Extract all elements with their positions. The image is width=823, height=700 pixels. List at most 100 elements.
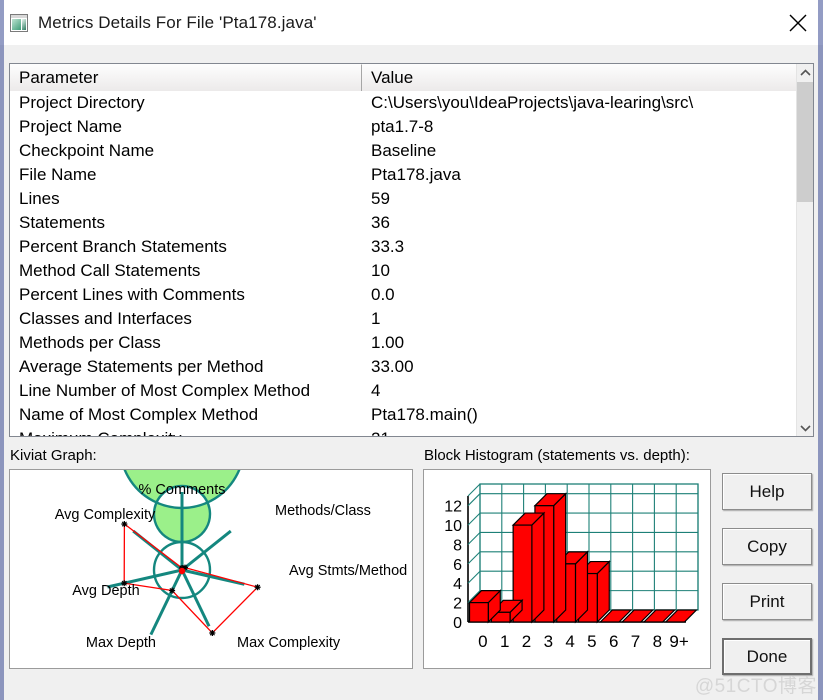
cell-parameter: Lines	[19, 189, 60, 208]
histogram-x-tick-label: 7	[631, 632, 640, 651]
scrollbar-thumb[interactable]	[797, 82, 813, 202]
histogram-x-tick-label: 2	[522, 632, 531, 651]
cell-parameter: Project Directory	[19, 93, 145, 112]
block-histogram-caption: Block Histogram (statements vs. depth):	[424, 447, 690, 464]
kiviat-graph-panel: % Comments Methods/Class Avg Stmts/Method M…	[9, 469, 413, 669]
block-histogram-chart: 0246810120 1 2 3 4 5 6 7 8 9+	[444, 483, 699, 651]
cell-parameter: Method Call Statements	[19, 261, 201, 280]
cell-value: 36	[371, 213, 390, 232]
screenshot-edge-right	[818, 0, 823, 700]
table-row[interactable]: Statements 36	[10, 211, 796, 235]
histogram-x-tick-label: 4	[565, 632, 574, 651]
table-row[interactable]: Name of Most Complex Method Pta178.main()	[10, 403, 796, 427]
table-row[interactable]: Classes and Interfaces 1	[10, 307, 796, 331]
kiviat-data-point	[254, 584, 261, 591]
close-icon[interactable]	[773, 0, 823, 45]
table-body: Project Directory C:\Users\you\IdeaProjec…	[10, 91, 796, 436]
table-row[interactable]: Percent Lines with Comments 0.0	[10, 283, 796, 307]
copy-button[interactable]: Copy	[722, 528, 812, 565]
cell-value: 33.00	[371, 357, 414, 376]
done-button[interactable]: Done	[722, 638, 812, 675]
kiviat-axis-label: Methods/Class	[275, 503, 371, 519]
screenshot-edge-left	[0, 0, 4, 700]
kiviat-center-point	[178, 567, 186, 575]
table-row[interactable]: Line Number of Most Complex Method 4	[10, 379, 796, 403]
cell-parameter: File Name	[19, 165, 97, 184]
cell-parameter: Name of Most Complex Method	[19, 405, 259, 424]
histogram-y-tick-label: 10	[444, 518, 462, 535]
cell-parameter: Average Statements per Method	[19, 357, 264, 376]
cell-value: Baseline	[371, 141, 437, 160]
help-button[interactable]: Help	[722, 473, 812, 510]
table-row[interactable]: Method Call Statements 10	[10, 259, 796, 283]
watermark: @51CTO博客	[694, 676, 817, 697]
block-histogram-panel: 0 2 4 6 8 10 12 0 1 2 3 4 5 6 7 8 9+	[423, 469, 711, 669]
histogram-x-tick-label: 0	[478, 632, 487, 651]
column-header-value[interactable]: Value	[362, 64, 796, 91]
cell-value: 1	[371, 309, 381, 328]
cell-value: Pta178.java	[371, 165, 461, 184]
cell-parameter: Statements	[19, 213, 105, 232]
column-header-parameter[interactable]: Parameter	[10, 64, 362, 91]
kiviat-axis-label: Avg Stmts/Method	[289, 563, 407, 579]
cell-parameter: Methods per Class	[19, 333, 161, 352]
cell-parameter: Percent Lines with Comments	[19, 285, 245, 304]
table-vertical-scrollbar[interactable]	[796, 64, 813, 436]
kiviat-data-point	[209, 629, 216, 636]
cell-value: 1.00	[371, 333, 405, 352]
histogram-x-tick-label: 9+	[669, 632, 688, 651]
cell-value: C:\Users\you\IdeaProjects\java-learing\s…	[371, 93, 694, 112]
cell-parameter: Project Name	[19, 117, 122, 136]
table-row[interactable]: Lines 59	[10, 187, 796, 211]
window-metrics-icon	[10, 13, 28, 32]
histogram-y-tick-label: 8	[453, 537, 462, 554]
histogram-y-tick-label: 6	[453, 557, 462, 574]
histogram-y-tick-label: 2	[453, 596, 462, 613]
window-title: Metrics Details For File 'Pta178.java'	[38, 12, 317, 32]
cell-parameter: Percent Branch Statements	[19, 237, 227, 256]
table-header-row: Parameter Value	[10, 64, 796, 91]
kiviat-axis-spoke	[181, 568, 245, 586]
metrics-table-panel: Parameter Value Project Directory C:\User…	[9, 63, 814, 437]
table-row[interactable]: Project Name pta1.7-8	[10, 115, 796, 139]
table-row[interactable]: File Name Pta178.java	[10, 163, 796, 187]
print-button[interactable]: Print	[722, 583, 812, 620]
kiviat-axis-label: Max Complexity	[237, 635, 341, 651]
cell-value: 4	[371, 381, 381, 400]
cell-value: Pta178.main()	[371, 405, 478, 424]
chevron-down-icon[interactable]	[797, 419, 813, 436]
cell-value: 33.3	[371, 237, 405, 256]
table-row[interactable]: Project Directory C:\Users\you\IdeaProjec…	[10, 91, 796, 115]
histogram-y-tick-label: 0	[453, 615, 462, 632]
kiviat-axis-label: Avg Complexity	[55, 507, 156, 523]
cell-parameter: Checkpoint Name	[19, 141, 155, 160]
histogram-x-tick-label: 8	[653, 632, 662, 651]
metrics-details-window: Metrics Details For File 'Pta178.java' P…	[0, 0, 823, 700]
cell-value: pta1.7-8	[371, 117, 434, 136]
table-row[interactable]: Average Statements per Method 33.00	[10, 355, 796, 379]
kiviat-axis-label: % Comments	[138, 482, 225, 498]
histogram-y-tick-label: 4	[453, 576, 462, 593]
cell-parameter: Line Number of Most Complex Method	[19, 381, 311, 400]
chevron-up-icon[interactable]	[797, 64, 813, 81]
kiviat-data-point	[169, 587, 176, 594]
histogram-x-tick-label: 1	[500, 632, 509, 651]
cell-value: 0.0	[371, 285, 395, 304]
table-row[interactable]: Checkpoint Name Baseline	[10, 139, 796, 163]
cell-value: 21	[362, 427, 796, 436]
cell-parameter: Maximum Complexity	[10, 427, 362, 436]
kiviat-axis-label: Avg Depth	[72, 583, 139, 599]
histogram-x-tick-label: 3	[544, 632, 553, 651]
cell-value: 10	[371, 261, 390, 280]
histogram-x-tick-label: 5	[587, 632, 596, 651]
title-bar: Metrics Details For File 'Pta178.java'	[0, 0, 823, 45]
cell-parameter: Classes and Interfaces	[19, 309, 192, 328]
table-row[interactable]: Methods per Class 1.00	[10, 331, 796, 355]
table-row[interactable]: Maximum Complexity21	[10, 427, 796, 436]
kiviat-graph-chart: % Comments Methods/Class Avg Stmts/Method M…	[55, 470, 407, 651]
table-row[interactable]: Percent Branch Statements 33.3	[10, 235, 796, 259]
kiviat-graph-caption: Kiviat Graph:	[10, 447, 97, 464]
metrics-table[interactable]: Parameter Value Project Directory C:\User…	[10, 64, 796, 436]
histogram-y-tick-label: 12	[444, 499, 462, 516]
cell-value: 59	[371, 189, 390, 208]
